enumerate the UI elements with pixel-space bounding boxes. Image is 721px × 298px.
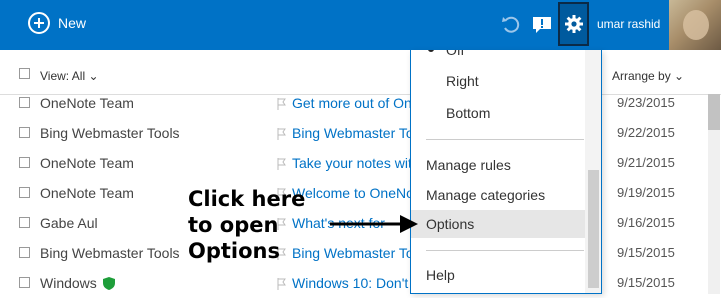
message-subject: Get more out of OneNote xyxy=(292,95,410,111)
menu-item-label: Right xyxy=(446,73,479,89)
new-button-label: New xyxy=(58,15,87,31)
message-date: 9/15/2015 xyxy=(617,245,675,260)
sender-name: Windows xyxy=(40,275,97,291)
message-subject: Welcome to OneNote xyxy=(292,185,410,201)
settings-button[interactable] xyxy=(558,2,589,46)
message-sender: Gabe Aul xyxy=(40,215,98,231)
flag-icon[interactable] xyxy=(277,158,287,170)
chat-icon[interactable] xyxy=(531,14,553,36)
message-date: 9/22/2015 xyxy=(617,125,675,140)
menu-item-reading-pane-bottom[interactable]: Bottom xyxy=(411,99,585,127)
message-subject: Bing Webmaster Tools xyxy=(292,245,410,261)
row-checkbox[interactable] xyxy=(19,157,30,168)
gear-icon xyxy=(565,15,583,33)
menu-item-label: Manage categories xyxy=(426,187,546,203)
message-sender: Bing Webmaster Tools xyxy=(40,125,180,141)
chevron-down-icon: ⌄ xyxy=(88,69,99,83)
message-row[interactable]: Bing Webmaster Tools Bing Webmaster Tool… xyxy=(0,238,721,268)
message-date: 9/15/2015 xyxy=(617,275,675,290)
message-subject: Windows 10: Don't xyxy=(292,275,409,291)
menu-divider xyxy=(426,139,584,140)
message-date: 9/23/2015 xyxy=(617,95,675,110)
selected-bullet-icon xyxy=(428,50,434,52)
undo-icon[interactable] xyxy=(500,14,522,36)
arrange-by-label: Arrange by xyxy=(612,69,671,83)
annotation-callout: Click here to open Options xyxy=(188,187,306,263)
scrollbar-thumb[interactable] xyxy=(708,94,720,130)
top-bar: New umar rashid xyxy=(0,0,721,50)
message-sender: OneNote Team xyxy=(40,95,134,111)
menu-item-reading-pane-right[interactable]: Right xyxy=(411,67,585,95)
message-list-scrollbar[interactable] xyxy=(708,94,720,294)
message-row[interactable]: Bing Webmaster Tools Bing Webmaster Tool… xyxy=(0,118,721,148)
select-all-checkbox[interactable] xyxy=(19,68,30,79)
scrollbar-thumb[interactable] xyxy=(588,170,599,288)
arrow-right-icon xyxy=(330,215,418,233)
flag-icon[interactable] xyxy=(277,128,287,140)
menu-item-label: Options xyxy=(426,216,475,232)
shield-icon xyxy=(102,277,115,290)
menu-item-label: Bottom xyxy=(446,105,491,121)
message-date: 9/21/2015 xyxy=(617,155,675,170)
menu-divider xyxy=(426,250,584,251)
message-subject: Take your notes with you xyxy=(292,155,410,171)
arrange-by-dropdown[interactable]: Arrange by ⌄ xyxy=(612,69,684,83)
message-row[interactable]: OneNote Team Welcome to OneNote 9/19/201… xyxy=(0,178,721,208)
user-name[interactable]: umar rashid xyxy=(597,17,660,31)
message-row[interactable]: OneNote Team Take your notes with you 9/… xyxy=(0,148,721,178)
message-date: 9/16/2015 xyxy=(617,215,675,230)
flag-icon[interactable] xyxy=(277,98,287,110)
menu-item-manage-rules[interactable]: Manage rules xyxy=(411,151,585,179)
menu-scrollbar[interactable] xyxy=(585,50,601,293)
row-checkbox[interactable] xyxy=(19,247,30,258)
view-filter-label: View: All xyxy=(40,69,86,83)
menu-item-manage-categories[interactable]: Manage categories xyxy=(411,181,585,209)
chevron-down-icon: ⌄ xyxy=(674,69,685,83)
row-checkbox[interactable] xyxy=(19,277,30,288)
message-sender: OneNote Team xyxy=(40,155,134,171)
message-date: 9/19/2015 xyxy=(617,185,675,200)
view-filter-dropdown[interactable]: View: All ⌄ xyxy=(40,69,99,83)
menu-item-label: Help xyxy=(426,267,455,283)
new-button[interactable]: New xyxy=(28,12,86,34)
avatar[interactable] xyxy=(669,0,721,50)
message-sender: Bing Webmaster Tools xyxy=(40,245,180,261)
row-checkbox[interactable] xyxy=(19,187,30,198)
message-sender: Windows xyxy=(40,275,115,291)
row-checkbox[interactable] xyxy=(19,97,30,108)
menu-item-options[interactable]: Options xyxy=(411,210,585,238)
menu-item-label: Manage rules xyxy=(426,157,511,173)
row-checkbox[interactable] xyxy=(19,127,30,138)
menu-item-label: Off xyxy=(446,50,465,58)
flag-icon[interactable] xyxy=(277,278,287,290)
menu-item-reading-pane-off[interactable]: Off xyxy=(411,50,585,64)
message-subject: Bing Webmaster Tools xyxy=(292,125,410,141)
row-checkbox[interactable] xyxy=(19,217,30,228)
menu-item-help[interactable]: Help xyxy=(411,261,585,289)
message-sender: OneNote Team xyxy=(40,185,134,201)
settings-menu: Off Right Bottom Manage rules Manage cat… xyxy=(410,50,602,294)
message-row[interactable]: OneNote Team Get more out of OneNote 9/2… xyxy=(0,88,721,118)
plus-circle-icon xyxy=(28,12,50,34)
